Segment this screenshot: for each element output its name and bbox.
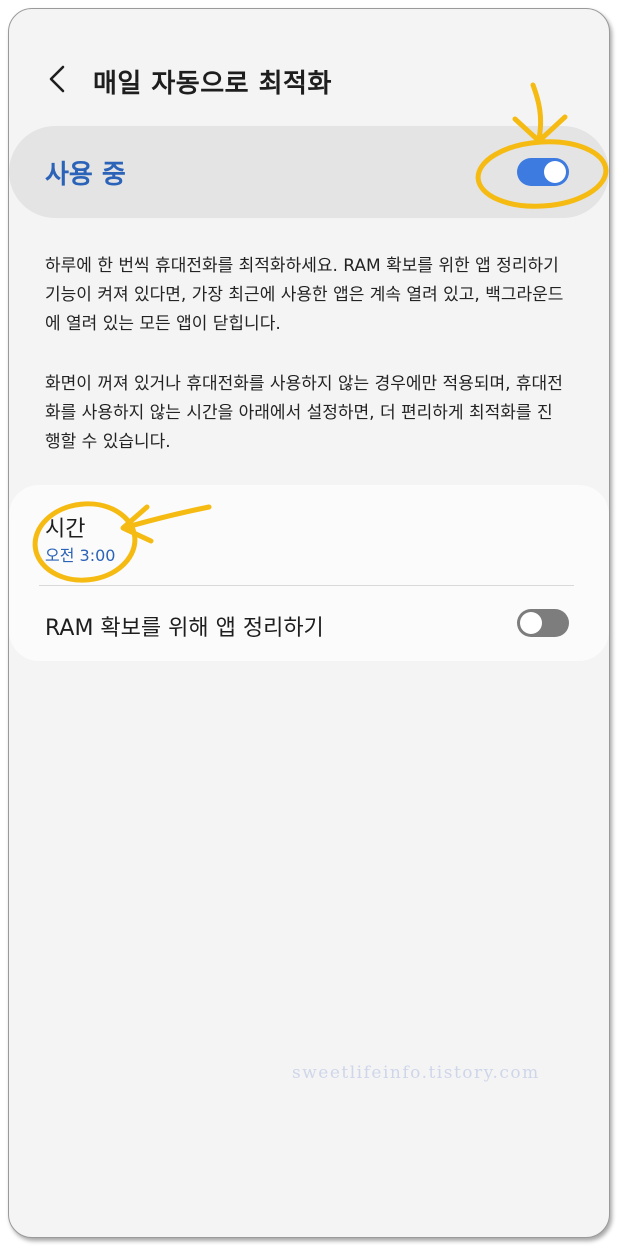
- toggle-knob: [520, 612, 542, 634]
- time-setting-row[interactable]: 시간 오전 3:00: [9, 485, 609, 585]
- ram-cleanup-label: RAM 확보를 위해 앱 정리하기: [45, 616, 324, 641]
- back-button[interactable]: [37, 57, 77, 101]
- ram-cleanup-toggle[interactable]: [517, 609, 569, 637]
- settings-card: 시간 오전 3:00 RAM 확보를 위해 앱 정리하기: [9, 485, 609, 661]
- master-switch-label: 사용 중: [45, 160, 126, 190]
- chevron-left-icon: [49, 65, 65, 93]
- page-title: 매일 자동으로 최적화: [93, 69, 332, 99]
- description-paragraph-1: 하루에 한 번씩 휴대전화를 최적화하세요. RAM 확보를 위한 앱 정리하기…: [45, 256, 564, 334]
- watermark: sweetlifeinfo.tistory.com: [292, 1063, 540, 1083]
- ram-cleanup-row[interactable]: RAM 확보를 위해 앱 정리하기: [9, 586, 609, 661]
- time-setting-title: 시간: [45, 517, 86, 542]
- master-toggle[interactable]: [517, 158, 569, 186]
- app-bar: 매일 자동으로 최적화: [9, 49, 609, 109]
- description-paragraph-2: 화면이 꺼져 있거나 휴대전화를 사용하지 않는 경우에만 적용되며, 휴대전화…: [45, 374, 563, 452]
- toggle-knob: [544, 161, 566, 183]
- time-setting-value: 오전 3:00: [45, 546, 116, 565]
- phone-screen: 매일 자동으로 최적화 사용 중 하루에 한 번씩 휴대전화를 최적화하세요. …: [8, 8, 610, 1238]
- master-switch-row[interactable]: 사용 중: [9, 126, 609, 218]
